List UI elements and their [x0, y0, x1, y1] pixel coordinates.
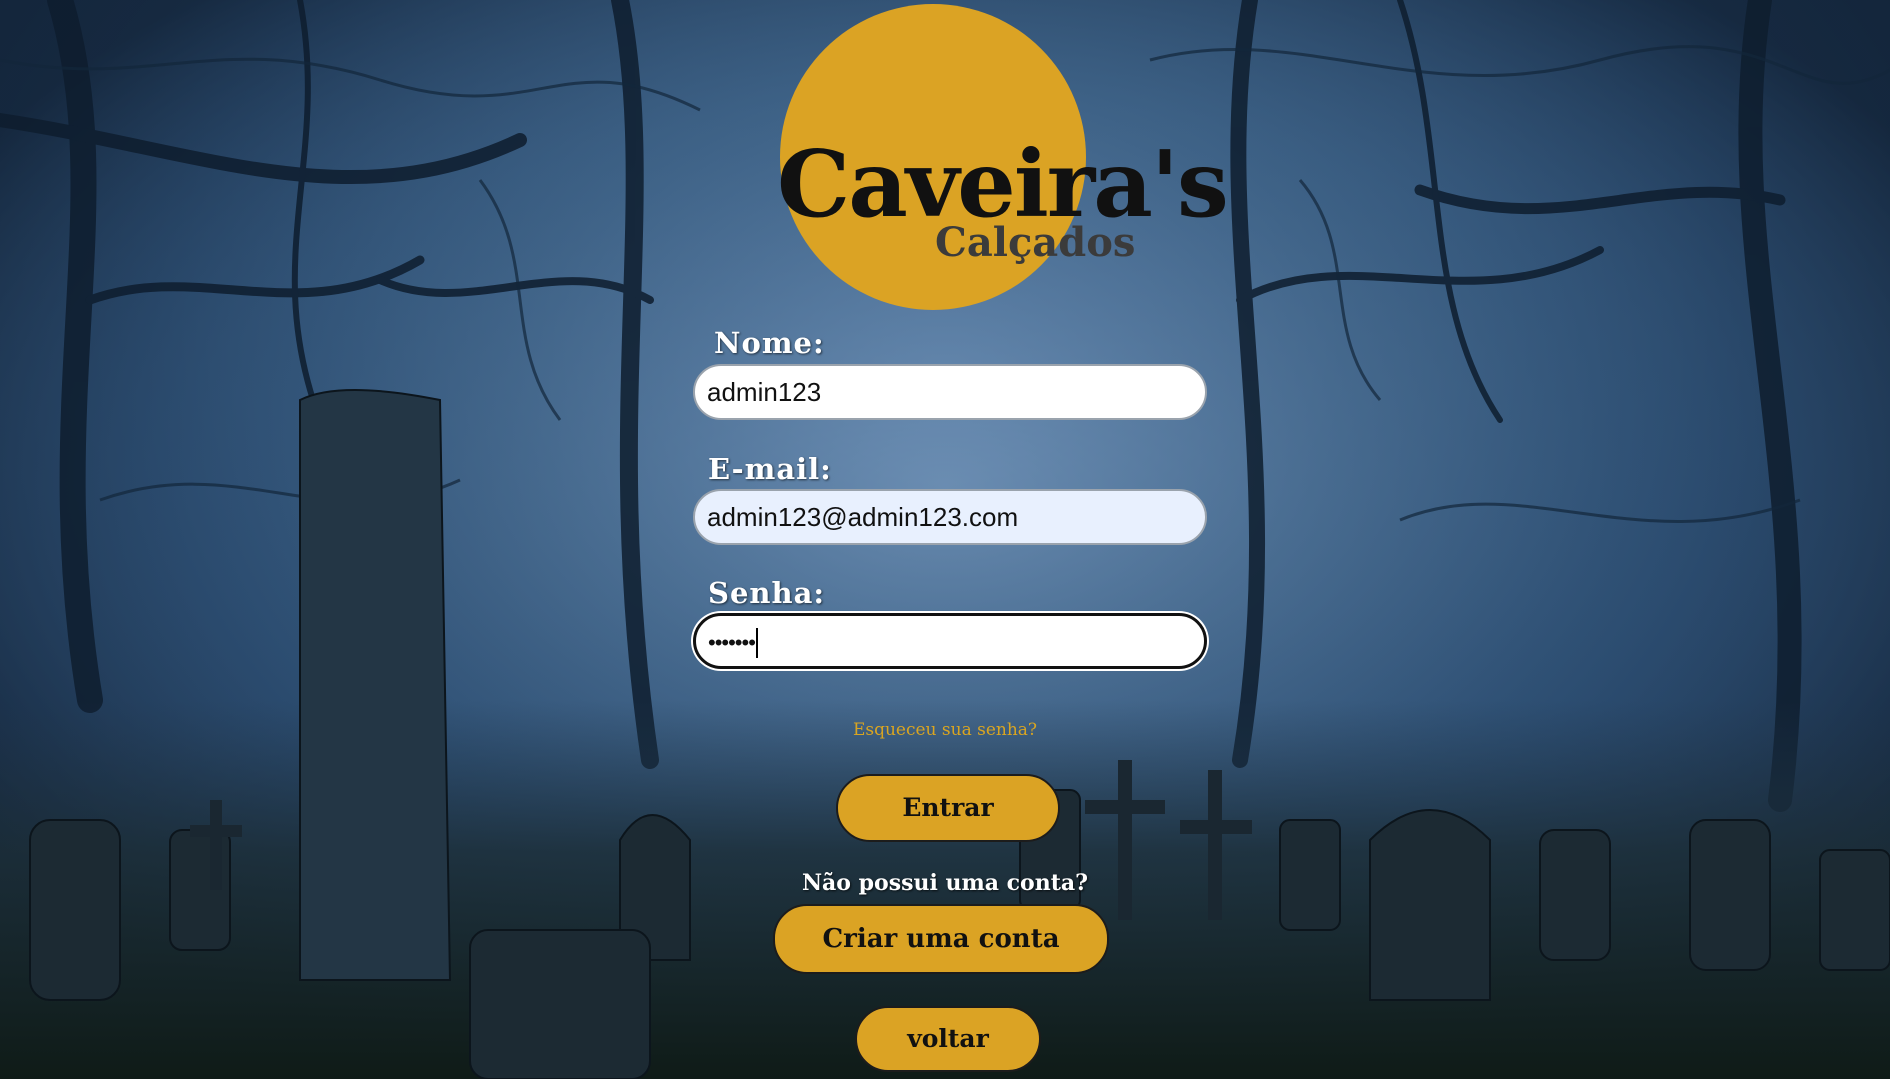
logo-brand-subtitle: Calçados	[935, 219, 1135, 266]
text-caret	[755, 628, 758, 659]
name-input-value: admin123	[707, 377, 822, 407]
name-label: Nome:	[714, 326, 825, 360]
forgot-password-link[interactable]: Esqueceu sua senha?	[0, 720, 1890, 740]
brand-logo: Caveira's Calçados	[777, 4, 1229, 314]
create-account-button[interactable]: Criar uma conta	[773, 904, 1109, 974]
password-input-value: •••••••	[708, 630, 756, 655]
login-button[interactable]: Entrar	[836, 774, 1060, 842]
password-label: Senha:	[708, 576, 826, 610]
name-input[interactable]: admin123	[693, 364, 1207, 420]
back-button[interactable]: voltar	[855, 1006, 1041, 1072]
email-label: E-mail:	[708, 452, 832, 486]
password-input[interactable]: •••••••	[693, 613, 1207, 669]
no-account-text: Não possui uma conta?	[801, 870, 1089, 896]
email-input-value: admin123@admin123.com	[707, 502, 1019, 532]
email-input[interactable]: admin123@admin123.com	[693, 489, 1207, 545]
